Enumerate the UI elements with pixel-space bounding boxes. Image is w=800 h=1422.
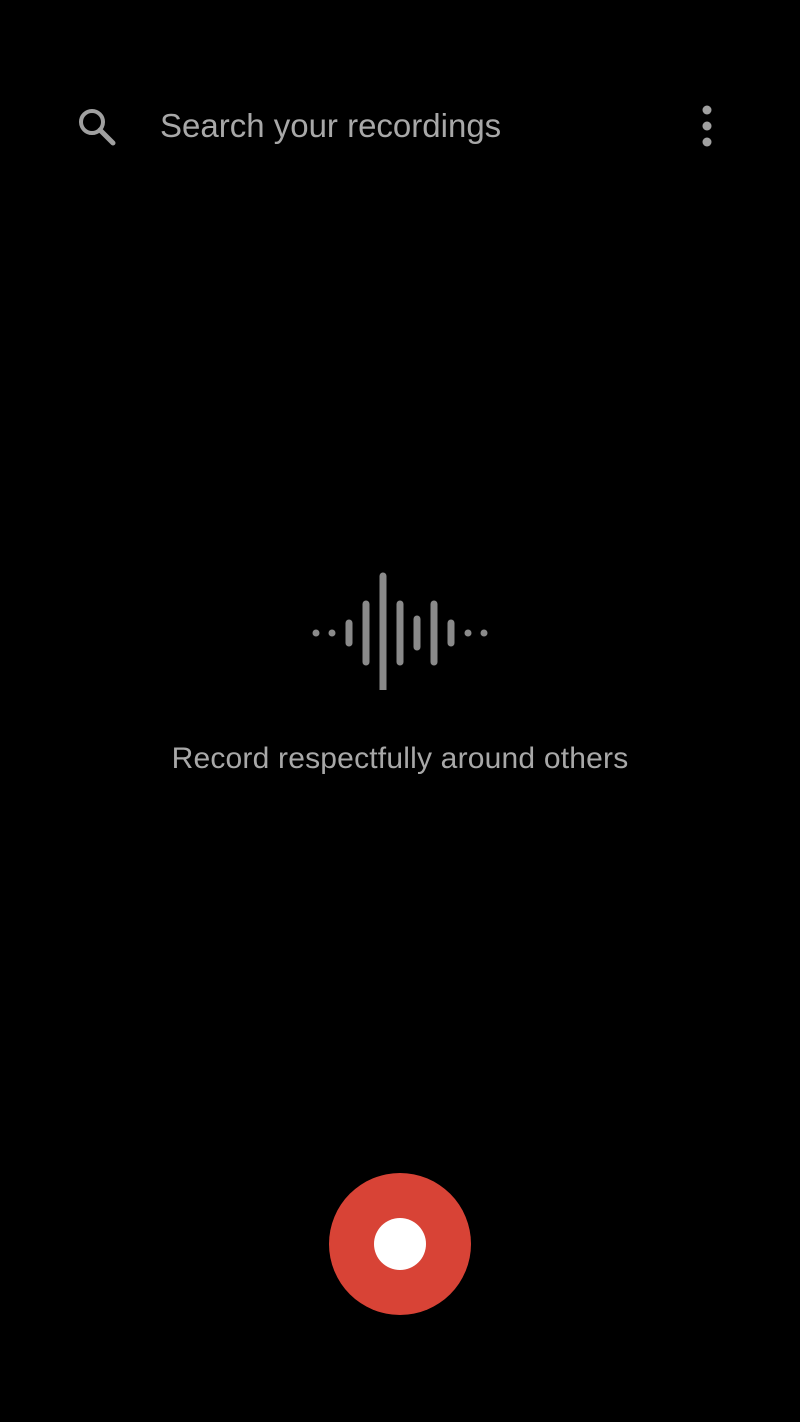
empty-state: Record respectfully around others	[0, 560, 800, 800]
recorder-app: Record respectfully around others	[0, 0, 800, 1422]
waveform-icon	[300, 566, 500, 694]
more-vert-icon	[702, 105, 712, 147]
search-bar	[0, 80, 800, 172]
search-input[interactable]	[160, 102, 660, 150]
more-options-button[interactable]	[686, 102, 728, 150]
record-button[interactable]	[329, 1173, 471, 1315]
record-icon	[374, 1218, 426, 1270]
search-icon[interactable]	[74, 104, 120, 150]
empty-state-message: Record respectfully around others	[171, 742, 629, 775]
